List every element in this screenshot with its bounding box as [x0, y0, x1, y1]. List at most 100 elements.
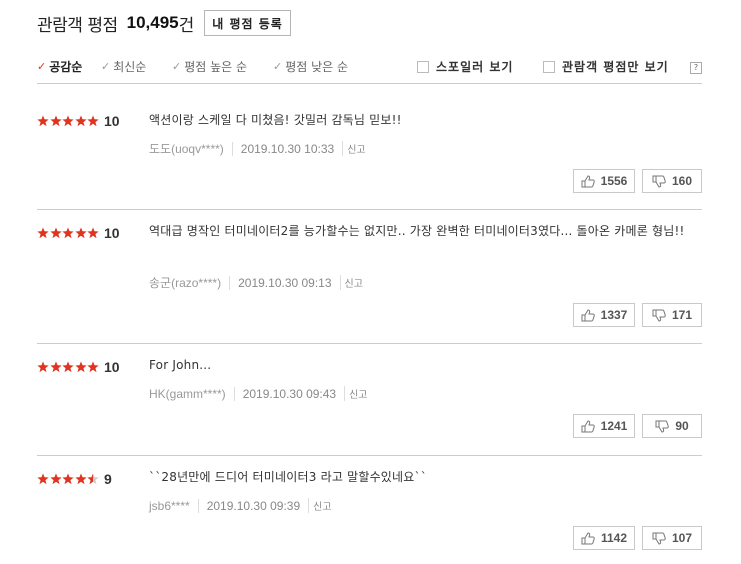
star-rating: 9 — [37, 471, 112, 487]
report-link[interactable]: 신고 — [342, 141, 366, 156]
star-half-icon — [87, 473, 99, 485]
rating-count: 10,495 — [126, 13, 179, 32]
like-button[interactable]: 1241 — [573, 414, 635, 438]
star-full-icon — [75, 115, 87, 127]
thumbs-down-icon — [655, 420, 670, 433]
star-rating: 10 — [37, 225, 120, 241]
like-button[interactable]: 1556 — [573, 169, 635, 193]
check-icon: ✓ — [37, 60, 47, 73]
filter-bar: ✓ 공감순 ✓ 최신순 ✓ 평점 높은 순 ✓ 평점 낮은 순 스포일러 보기 … — [37, 54, 702, 84]
review-meta: jsb6**** 2019.10.30 09:39 신고 — [149, 498, 332, 513]
thumbs-down-icon — [652, 532, 666, 545]
stars-container — [37, 361, 100, 373]
review-text: ``28년만에 드디어 터미네이터3 라고 말할수있네요`` — [149, 470, 427, 484]
help-icon[interactable]: ? — [690, 62, 702, 74]
review-text: For John... — [149, 358, 212, 372]
dislike-count: 160 — [671, 174, 693, 188]
star-full-icon — [37, 115, 49, 127]
like-button[interactable]: 1337 — [573, 303, 635, 327]
star-full-icon — [49, 361, 62, 373]
star-full-icon — [37, 473, 49, 485]
dislike-button[interactable]: 107 — [642, 526, 702, 550]
star-full-icon — [62, 227, 74, 239]
review-user[interactable]: 도도(uoqv****) — [149, 140, 224, 157]
sort-label: 평점 높은 순 — [184, 60, 248, 74]
sort-latest[interactable]: ✓ 최신순 — [101, 58, 146, 75]
thumbs-down-icon — [652, 175, 666, 188]
star-full-icon — [62, 473, 74, 485]
dislike-count: 171 — [671, 308, 693, 322]
report-link[interactable]: 신고 — [339, 275, 363, 290]
check-icon: ✓ — [273, 60, 283, 73]
review-user[interactable]: 송군(razo****) — [149, 274, 221, 291]
review-item: 10 액션이랑 스케일 다 미쳤음! 갓밀러 감독님 믿보!! 도도(uoqv*… — [37, 98, 702, 210]
rating-title: 관람객 평점 — [37, 15, 118, 36]
dislike-button[interactable]: 160 — [642, 169, 702, 193]
review-text: 역대급 명작인 터미네이터2를 능가할수는 없지만.. 가장 완벽한 터미네이터… — [149, 224, 685, 238]
star-full-icon — [62, 115, 74, 127]
star-full-icon — [37, 361, 49, 373]
thumbs-up-icon — [581, 419, 595, 432]
star-full-icon — [87, 227, 99, 239]
sort-high-rating[interactable]: ✓ 평점 높은 순 — [172, 58, 247, 75]
star-full-icon — [75, 361, 87, 373]
audience-only-checkbox[interactable]: 관람객 평점만 보기 — [543, 58, 669, 75]
spoiler-checkbox[interactable]: 스포일러 보기 — [417, 58, 513, 75]
dislike-count: 90 — [675, 419, 689, 433]
review-date: 2019.10.30 09:43 — [233, 386, 336, 401]
check-icon: ✓ — [101, 60, 111, 73]
review-score: 10 — [103, 359, 120, 375]
like-count: 1337 — [600, 308, 628, 322]
sort-label: 평점 낮은 순 — [285, 60, 349, 74]
review-score: 9 — [103, 471, 112, 487]
rating-count-unit: 건 — [178, 15, 195, 36]
like-count: 1241 — [600, 419, 628, 433]
like-count: 1556 — [600, 174, 628, 188]
audience-only-label: 관람객 평점만 보기 — [562, 60, 669, 74]
dislike-button[interactable]: 90 — [642, 414, 702, 438]
star-full-icon — [62, 361, 74, 373]
review-date: 2019.10.30 09:39 — [197, 498, 300, 513]
check-icon: ✓ — [172, 60, 182, 73]
sort-label: 공감순 — [49, 60, 83, 74]
like-count: 1142 — [600, 531, 628, 545]
report-link[interactable]: 신고 — [344, 386, 368, 401]
stars-container — [37, 227, 100, 239]
star-rating: 10 — [37, 359, 120, 375]
register-rating-button[interactable]: 내 평점 등록 — [204, 10, 291, 36]
like-button[interactable]: 1142 — [573, 526, 635, 550]
rating-header: 관람객 평점 10,495 건 내 평점 등록 — [37, 10, 291, 36]
review-score: 10 — [103, 113, 120, 129]
star-full-icon — [49, 227, 62, 239]
review-item: 10 역대급 명작인 터미네이터2를 능가할수는 없지만.. 가장 완벽한 터미… — [37, 210, 702, 344]
star-full-icon — [49, 115, 62, 127]
star-full-icon — [75, 227, 87, 239]
review-item: 9 ``28년만에 드디어 터미네이터3 라고 말할수있네요`` jsb6***… — [37, 456, 702, 560]
sort-sympathy[interactable]: ✓ 공감순 — [37, 58, 82, 75]
sort-low-rating[interactable]: ✓ 평점 낮은 순 — [273, 58, 348, 75]
star-rating: 10 — [37, 113, 120, 129]
checkbox-icon — [417, 60, 429, 73]
star-full-icon — [87, 115, 99, 127]
thumbs-up-icon — [581, 531, 595, 544]
review-user[interactable]: HK(gamm****) — [149, 387, 226, 401]
sort-label: 최신순 — [113, 60, 147, 74]
report-link[interactable]: 신고 — [308, 498, 332, 513]
stars-container — [37, 473, 100, 485]
star-full-icon — [37, 227, 49, 239]
thumbs-up-icon — [581, 308, 595, 321]
review-meta: HK(gamm****) 2019.10.30 09:43 신고 — [149, 386, 368, 401]
review-meta: 송군(razo****) 2019.10.30 09:13 신고 — [149, 274, 363, 291]
dislike-count: 107 — [671, 531, 693, 545]
star-full-icon — [87, 361, 99, 373]
stars-container — [37, 115, 100, 127]
review-score: 10 — [103, 225, 120, 241]
review-date: 2019.10.30 09:13 — [229, 275, 332, 290]
review-text: 액션이랑 스케일 다 미쳤음! 갓밀러 감독님 믿보!! — [149, 113, 402, 127]
star-full-icon — [75, 473, 87, 485]
review-meta: 도도(uoqv****) 2019.10.30 10:33 신고 — [149, 140, 366, 157]
review-user[interactable]: jsb6**** — [149, 499, 190, 513]
review-item: 10 For John... HK(gamm****) 2019.10.30 0… — [37, 344, 702, 456]
dislike-button[interactable]: 171 — [642, 303, 702, 327]
thumbs-up-icon — [581, 174, 595, 187]
